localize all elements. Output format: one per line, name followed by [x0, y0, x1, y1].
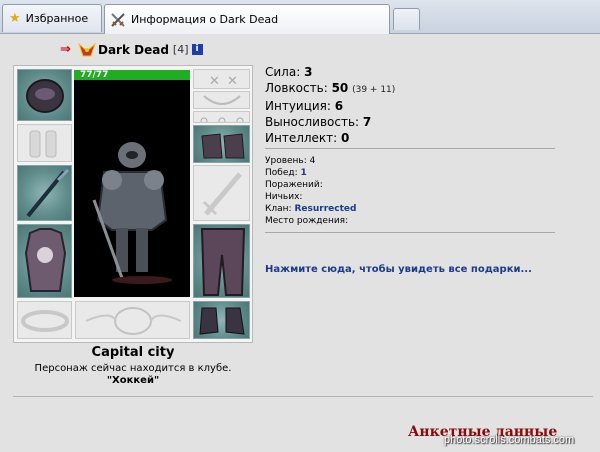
stat-label: Ловкость: — [265, 81, 328, 95]
stats-list: Сила: 3 Ловкость: 50 (39 + 11) Интуиция:… — [265, 64, 395, 146]
character-name: Dark Dead — [98, 42, 169, 57]
crossed-swords-icon — [111, 12, 125, 27]
divider — [13, 396, 593, 397]
character-header: ⇒ Dark Dead [4] i — [60, 42, 203, 57]
boots-item-icon — [199, 307, 245, 335]
stat-value: 7 — [362, 115, 372, 129]
stat-value: 50 — [331, 81, 349, 95]
new-tab-button[interactable] — [393, 8, 420, 30]
browser-tab-bar: ★ Избранное Информация о Dark Dead — [0, 0, 600, 34]
slot-weapon[interactable] — [17, 165, 72, 221]
warrior-figure-image — [92, 142, 172, 284]
armor-item-icon — [24, 228, 67, 292]
slot-emblem[interactable] — [75, 301, 190, 339]
clan-link[interactable]: Resurrected — [294, 204, 356, 214]
tab-character-info[interactable]: Информация о Dark Dead — [104, 4, 390, 34]
slot-boots[interactable] — [193, 301, 250, 339]
stat-label: Интеллект: — [265, 131, 338, 145]
belt-placeholder-icon — [21, 310, 69, 332]
slot-helmet[interactable] — [17, 69, 72, 121]
divider — [265, 148, 555, 149]
stat-intuition: Интуиция: 6 — [265, 98, 395, 114]
stat-intellect: Интеллект: 0 — [265, 130, 395, 146]
svg-text:✕: ✕ — [227, 74, 238, 89]
character-page: ⇒ Dark Dead [4] i 77/77 ✕ ✕ Capital city… — [0, 34, 600, 452]
stat-value: 3 — [304, 65, 313, 79]
tab-character-info-label: Информация о Dark Dead — [131, 13, 279, 26]
hp-bar: 77/77 — [74, 70, 190, 80]
necklace-placeholder-icon — [203, 95, 241, 105]
stat-label: Выносливость: — [265, 115, 360, 129]
arrow-icon[interactable]: ⇒ — [60, 42, 78, 57]
meta-draws: Ничьих: — [265, 192, 303, 202]
club-name: "Хоккей" — [106, 375, 160, 386]
character-level: [4] — [172, 43, 189, 56]
helmet-item-icon — [26, 79, 64, 113]
meta-level: Уровень: 4 — [265, 156, 316, 166]
divider — [265, 232, 555, 233]
meta-birthplace: Место рождения: — [265, 216, 349, 226]
stat-strength: Сила: 3 — [265, 64, 395, 80]
gloves-item-icon — [201, 133, 245, 159]
stat-label: Сила: — [265, 65, 301, 79]
clan-emblem-icon[interactable] — [78, 42, 96, 57]
slot-pants[interactable] — [193, 224, 250, 298]
fist-emblem-placeholder-icon — [85, 307, 182, 335]
star-icon: ★ — [9, 11, 21, 26]
slot-gloves[interactable] — [193, 125, 250, 163]
slot-belt[interactable] — [17, 301, 72, 339]
slot-shield[interactable] — [193, 165, 250, 221]
weapon-item-icon — [26, 168, 70, 218]
stat-label: Интуиция: — [265, 99, 331, 113]
tab-favorites[interactable]: ★ Избранное — [2, 4, 102, 32]
watermark: photo.scrolls.combats.com — [444, 434, 575, 446]
meta-wins: Побед: 1 — [265, 168, 307, 178]
stat-endurance: Выносливость: 7 — [265, 114, 395, 130]
stat-bonus: (39 + 11) — [352, 85, 396, 95]
status-note: Персонаж сейчас находится в клубе. — [34, 363, 232, 374]
slot-earrings[interactable]: ✕ ✕ — [193, 69, 250, 89]
meta-losses: Поражений: — [265, 180, 323, 190]
slot-armor[interactable] — [17, 224, 72, 298]
gifts-link[interactable]: Нажмите сюда, чтобы увидеть все подарки.… — [265, 264, 532, 275]
character-avatar[interactable]: 77/77 — [74, 70, 190, 297]
info-icon[interactable]: i — [191, 44, 203, 55]
stat-agility: Ловкость: 50 (39 + 11) — [265, 80, 395, 98]
slot-rings[interactable] — [193, 111, 250, 123]
rings-placeholder-icon — [200, 117, 244, 122]
character-meta: Уровень: 4 Побед: 1 Поражений: Ничьих: К… — [265, 155, 356, 227]
stat-value: 6 — [334, 99, 344, 113]
bracers-placeholder-icon — [29, 130, 57, 158]
slot-necklace[interactable] — [193, 91, 250, 109]
earrings-placeholder-icon: ✕ ✕ — [209, 74, 238, 89]
sword-placeholder-icon — [202, 172, 242, 216]
location-name: Capital city — [91, 345, 175, 360]
stat-value: 0 — [341, 131, 350, 145]
pants-item-icon — [200, 228, 246, 296]
equipment-frame: 77/77 ✕ ✕ — [13, 65, 253, 343]
svg-text:✕: ✕ — [209, 74, 220, 89]
slot-bracers[interactable] — [17, 124, 72, 162]
tab-favorites-label: Избранное — [25, 12, 89, 25]
meta-clan: Клан: Resurrected — [265, 204, 357, 214]
